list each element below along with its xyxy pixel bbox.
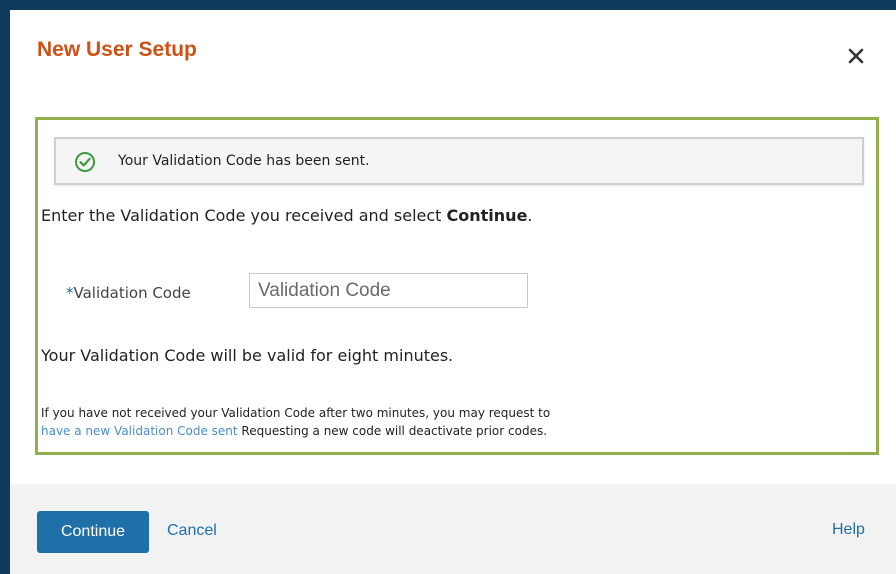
resend-note: If you have not received your Validation… — [41, 404, 550, 440]
validation-code-label-text: Validation Code — [73, 284, 191, 302]
resend-code-link[interactable]: have a new Validation Code sent — [41, 424, 238, 438]
dialog-title: New User Setup — [37, 38, 197, 61]
help-link[interactable]: Help — [832, 521, 865, 539]
check-circle-icon — [74, 151, 96, 173]
validity-text: Your Validation Code will be valid for e… — [41, 346, 454, 365]
instruction-continue-word: Continue — [446, 206, 528, 225]
cancel-link[interactable]: Cancel — [167, 522, 217, 540]
validation-code-input[interactable] — [249, 273, 528, 308]
close-icon[interactable] — [844, 44, 868, 68]
required-marker: * — [66, 284, 74, 302]
instruction-text: Enter the Validation Code you received a… — [41, 206, 533, 225]
resend-note-line2: have a new Validation Code sent Requesti… — [41, 422, 550, 440]
dialog-footer: Continue Cancel Help — [10, 484, 896, 574]
instruction-lead: Enter the Validation Code you received a… — [41, 206, 447, 225]
success-alert: Your Validation Code has been sent. — [54, 137, 864, 185]
validation-panel: Your Validation Code has been sent. Ente… — [35, 117, 879, 455]
resend-note-tail: Requesting a new code will deactivate pr… — [237, 424, 548, 438]
continue-button[interactable]: Continue — [37, 511, 149, 553]
dialog-header: New User Setup — [10, 10, 896, 94]
instruction-end: . — [527, 206, 533, 225]
new-user-setup-dialog: New User Setup Your Validation Code has … — [10, 10, 896, 574]
resend-note-line1: If you have not received your Validation… — [41, 406, 551, 420]
validation-code-label: *Validation Code — [66, 284, 191, 302]
alert-message: Your Validation Code has been sent. — [118, 153, 370, 169]
